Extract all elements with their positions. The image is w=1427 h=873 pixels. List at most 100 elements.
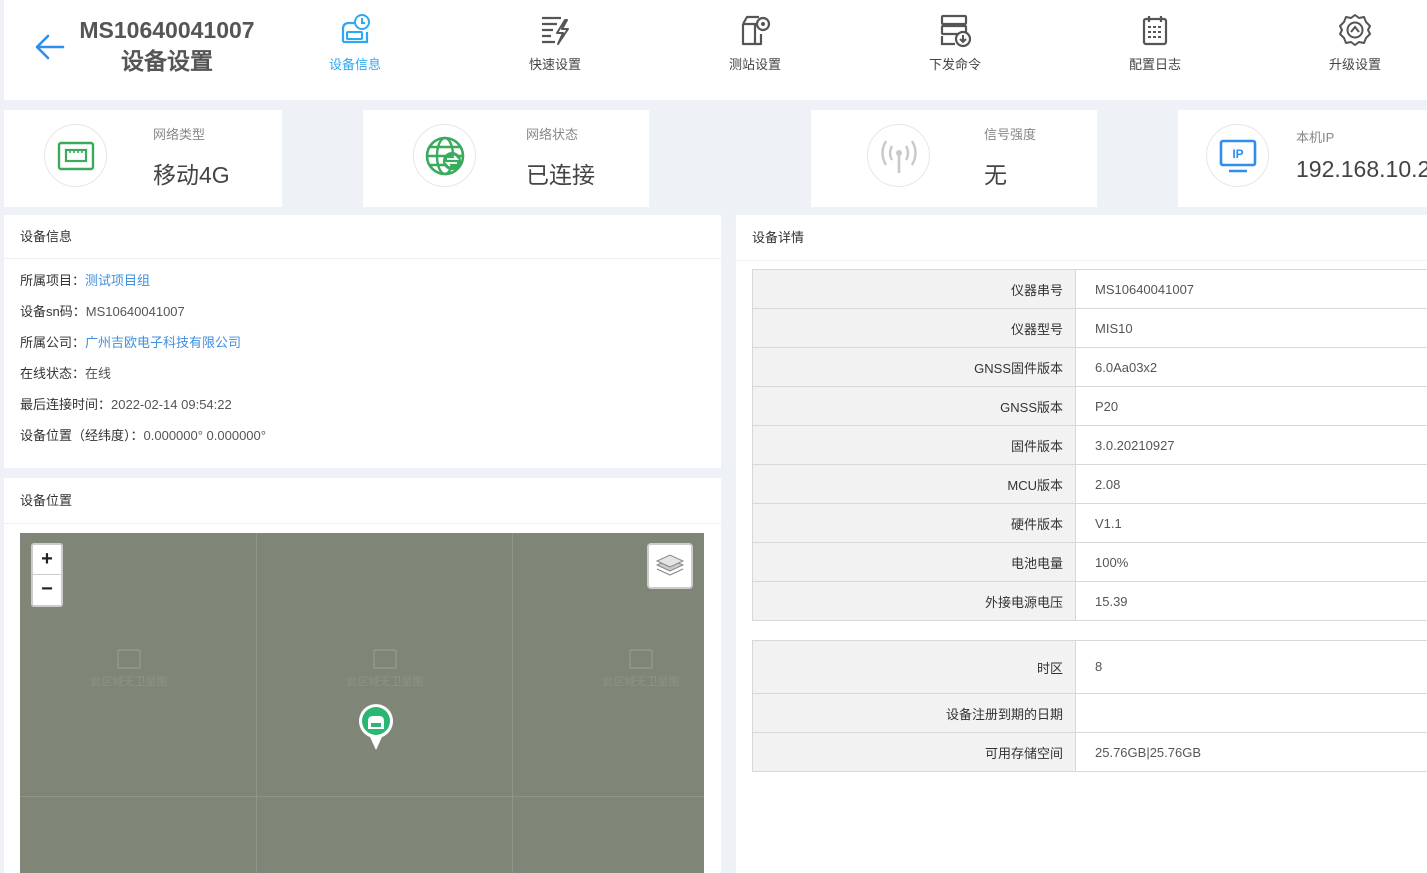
layers-button[interactable] bbox=[647, 543, 693, 589]
tab-label: 下发命令 bbox=[928, 57, 981, 72]
detail-value: 100% bbox=[1075, 542, 1427, 582]
device-info-list: 所属项目：测试项目组 设备sn码：MS10640041007 所属公司：广州吉欧… bbox=[4, 259, 721, 451]
detail-key: 仪器串号 bbox=[752, 269, 1076, 309]
tile-placeholder: 此区域无卫星图 bbox=[74, 649, 184, 689]
panel-title: 设备详情 bbox=[736, 215, 1427, 261]
card-label: 信号强度 bbox=[984, 127, 1037, 142]
info-key: 设备位置（经纬度）： bbox=[20, 428, 144, 443]
tab-upgrade-settings[interactable]: 升级设置 bbox=[1295, 12, 1415, 73]
back-arrow-icon[interactable] bbox=[32, 30, 66, 64]
info-row-location: 设备位置（经纬度）：0.000000° 0.000000° bbox=[4, 420, 721, 451]
info-row-online-status: 在线状态：在线 bbox=[4, 358, 721, 389]
table-row: 可用存储空间 25.76GB|25.76GB bbox=[752, 732, 1427, 772]
quick-settings-icon bbox=[542, 16, 569, 45]
info-key: 所属项目： bbox=[20, 273, 86, 288]
signal-antenna-icon bbox=[867, 124, 930, 187]
page-subtitle: 设备设置 bbox=[121, 48, 213, 74]
detail-key: 可用存储空间 bbox=[752, 732, 1076, 772]
table-row: 电池电量 100% bbox=[752, 542, 1427, 582]
info-row-company: 所属公司：广州吉欧电子科技有限公司 bbox=[4, 327, 721, 358]
detail-value: 15.39 bbox=[1075, 581, 1427, 621]
tab-quick-settings[interactable]: 快速设置 bbox=[495, 12, 615, 73]
panel-title: 设备位置 bbox=[4, 478, 721, 524]
globe-icon bbox=[413, 124, 476, 187]
tile-placeholder-text: 此区域无卫星图 bbox=[346, 676, 424, 688]
network-card-icon bbox=[44, 124, 107, 187]
ip-monitor-icon: IP bbox=[1206, 124, 1269, 187]
table-row: 设备注册到期的日期 bbox=[752, 693, 1427, 733]
detail-key: 固件版本 bbox=[752, 425, 1076, 465]
image-placeholder-icon bbox=[629, 649, 653, 669]
detail-key: 仪器型号 bbox=[752, 308, 1076, 348]
detail-key: GNSS固件版本 bbox=[752, 347, 1076, 387]
zoom-out-button[interactable]: − bbox=[33, 575, 61, 605]
signal-strength-card: 信号强度 无 bbox=[811, 110, 1097, 207]
company-link[interactable]: 广州吉欧电子科技有限公司 bbox=[85, 335, 241, 350]
device-info-panel: 设备信息 所属项目：测试项目组 设备sn码：MS10640041007 所属公司… bbox=[4, 215, 721, 468]
tab-send-command[interactable]: 下发命令 bbox=[895, 12, 1015, 73]
map-tile-edge bbox=[20, 796, 704, 797]
card-label: 网络状态 bbox=[526, 127, 579, 142]
tab-device-info[interactable]: 设备信息 bbox=[295, 12, 415, 73]
page-title: MS10640041007 设备设置 bbox=[72, 16, 262, 78]
table-row: 硬件版本 V1.1 bbox=[752, 503, 1427, 543]
device-marker-icon[interactable] bbox=[357, 703, 395, 751]
detail-key: GNSS版本 bbox=[752, 386, 1076, 426]
card-label: 本机IP bbox=[1296, 130, 1335, 145]
table-row: MCU版本 2.08 bbox=[752, 464, 1427, 504]
layers-icon bbox=[655, 554, 685, 576]
tile-placeholder: 此区域无卫星图 bbox=[330, 649, 440, 689]
image-placeholder-icon bbox=[117, 649, 141, 669]
station-settings-icon bbox=[741, 15, 771, 46]
detail-value: P20 bbox=[1075, 386, 1427, 426]
detail-key: 时区 bbox=[752, 640, 1076, 694]
zoom-in-button[interactable]: + bbox=[33, 545, 61, 575]
map-tile-edge bbox=[256, 533, 257, 873]
table-row: 仪器串号 MS10640041007 bbox=[752, 269, 1427, 309]
project-link[interactable]: 测试项目组 bbox=[85, 273, 150, 288]
send-command-icon bbox=[940, 14, 972, 48]
table-row: 外接电源电压 15.39 bbox=[752, 581, 1427, 621]
info-key: 最后连接时间： bbox=[20, 397, 112, 412]
info-key: 在线状态： bbox=[20, 366, 86, 381]
top-header: MS10640041007 设备设置 设备信息 快速设置 测站设置 下发命令 配… bbox=[4, 0, 1427, 100]
detail-value: 6.0Aa03x2 bbox=[1075, 347, 1427, 387]
tab-label: 配置日志 bbox=[1128, 57, 1181, 72]
device-location-panel: 设备位置 此区域无卫星图 此区域无卫星图 此区域无卫星图 + − bbox=[4, 478, 721, 873]
map-tile-edge bbox=[512, 533, 513, 873]
tab-station-settings[interactable]: 测站设置 bbox=[695, 12, 815, 73]
network-status-card: 网络状态 已连接 bbox=[363, 110, 649, 207]
table-row: GNSS版本 P20 bbox=[752, 386, 1427, 426]
device-detail-panel: 设备详情 仪器串号 MS10640041007 仪器型号 MIS10 GNSS固件版… bbox=[736, 215, 1427, 873]
detail-key: MCU版本 bbox=[752, 464, 1076, 504]
location-map[interactable]: 此区域无卫星图 此区域无卫星图 此区域无卫星图 + − bbox=[20, 533, 704, 873]
table-row: 仪器型号 MIS10 bbox=[752, 308, 1427, 348]
svg-text:IP: IP bbox=[1232, 147, 1243, 161]
detail-value bbox=[1075, 693, 1427, 733]
table-row: 固件版本 3.0.20210927 bbox=[752, 425, 1427, 465]
device-extra-table: 时区 8 设备注册到期的日期 可用存储空间 25.76GB|25.76GB bbox=[752, 640, 1427, 772]
detail-value: MIS10 bbox=[1075, 308, 1427, 348]
card-value: 移动4G bbox=[153, 162, 230, 188]
info-value: 2022-02-14 09:54:22 bbox=[111, 397, 232, 412]
tile-placeholder-text: 此区域无卫星图 bbox=[90, 676, 168, 688]
info-row-sn: 设备sn码：MS10640041007 bbox=[4, 296, 721, 327]
table-row: GNSS固件版本 6.0Aa03x2 bbox=[752, 347, 1427, 387]
detail-value: 2.08 bbox=[1075, 464, 1427, 504]
image-placeholder-icon bbox=[373, 649, 397, 669]
config-log-icon bbox=[1142, 16, 1168, 46]
tile-placeholder-text: 此区域无卫星图 bbox=[602, 676, 680, 688]
tab-label: 测站设置 bbox=[728, 57, 781, 72]
tile-placeholder: 此区域无卫星图 bbox=[586, 649, 696, 689]
info-value: 0.000000° 0.000000° bbox=[143, 428, 266, 443]
zoom-control: + − bbox=[31, 543, 63, 607]
tab-label: 快速设置 bbox=[528, 57, 581, 72]
detail-key: 硬件版本 bbox=[752, 503, 1076, 543]
table-row: 时区 8 bbox=[752, 640, 1427, 694]
card-value: 无 bbox=[984, 162, 1007, 188]
info-value: MS10640041007 bbox=[85, 304, 185, 319]
tab-config-log[interactable]: 配置日志 bbox=[1095, 12, 1215, 73]
detail-value: MS10640041007 bbox=[1075, 269, 1427, 309]
local-ip-card: IP 本机IP 192.168.10.2 bbox=[1178, 110, 1427, 207]
network-type-card: 网络类型 移动4G bbox=[4, 110, 282, 207]
